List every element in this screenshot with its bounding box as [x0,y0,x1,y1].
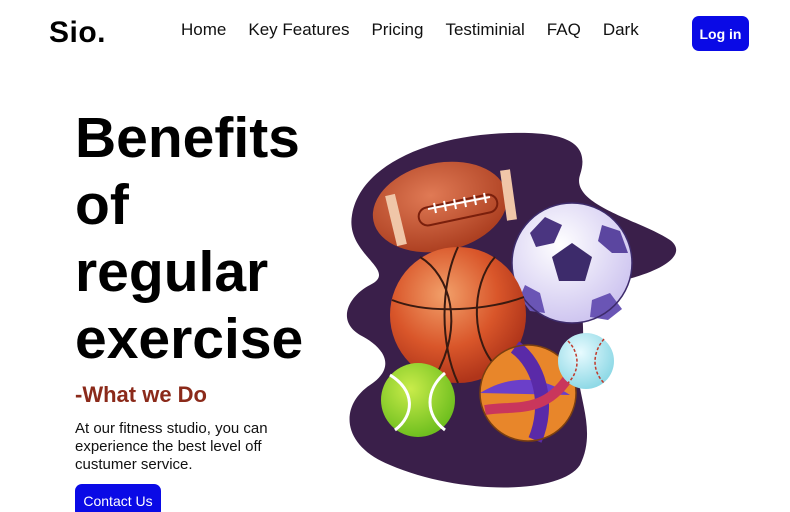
contact-button[interactable]: Contact Us [75,484,161,512]
baseball-icon [558,333,614,389]
tennis-ball-icon [381,363,455,437]
hero-title-line: regular [75,240,269,304]
hero-title: Benefits of regular exercise [75,105,335,373]
hero-title-line: Benefits [75,106,300,170]
nav-faq[interactable]: FAQ [547,20,581,40]
login-button[interactable]: Log in [692,16,749,51]
hero-title-line: exercise [75,307,304,371]
nav-dark-toggle[interactable]: Dark [603,20,639,40]
page: Sio. Home Key Features Pricing Testimini… [0,0,790,512]
sports-balls-illustration [346,132,677,488]
nav-testimonial[interactable]: Testiminial [445,20,524,40]
soccer-ball-icon [511,202,633,324]
hero-description: At our fitness studio, you can experienc… [75,420,268,473]
logo[interactable]: Sio. [49,16,106,50]
hero-title-line: of [75,173,129,237]
nav-pricing[interactable]: Pricing [371,20,423,40]
nav-home[interactable]: Home [181,20,226,40]
nav-key-features[interactable]: Key Features [248,20,349,40]
main-nav: Home Key Features Pricing Testiminial FA… [181,20,661,40]
hero-subtitle: -What we Do [75,382,207,407]
